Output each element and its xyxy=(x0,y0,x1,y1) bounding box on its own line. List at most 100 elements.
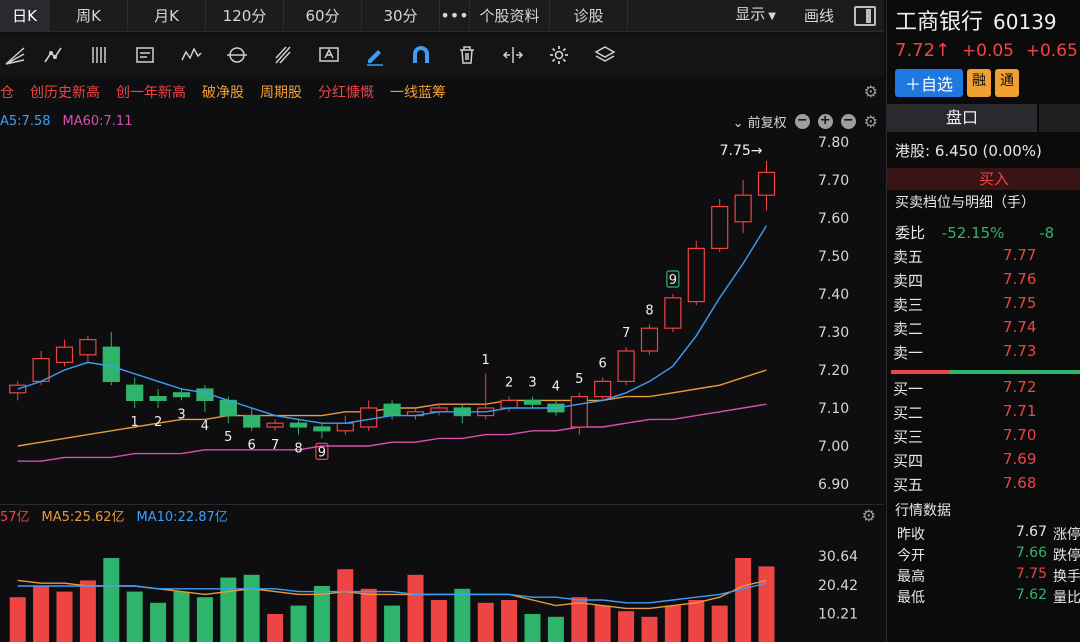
layers-icon[interactable] xyxy=(582,33,628,77)
seq-label: 6 xyxy=(248,438,256,453)
candle-body xyxy=(55,346,74,363)
volume-bar xyxy=(173,591,190,642)
parallel-lines-icon[interactable] xyxy=(76,33,122,77)
candle-body xyxy=(289,422,308,428)
y-tick-label: 7.40 xyxy=(818,287,849,303)
segment-tool-icon[interactable] xyxy=(30,33,76,77)
weibi-row: 委比 -52.15% -8 xyxy=(895,222,1054,243)
wave-tool-icon[interactable] xyxy=(168,33,214,77)
connect-badge[interactable]: 通 xyxy=(995,69,1020,97)
market-label: 今开 xyxy=(897,548,925,564)
ma60-legend: MA60:7.11 xyxy=(62,113,133,129)
bid-row[interactable]: 买三 7.70 xyxy=(893,426,1080,449)
bid-label: 买五 xyxy=(893,476,924,494)
seq-label: 8 xyxy=(645,303,653,318)
tab-monthly-k[interactable]: 月K xyxy=(128,0,206,32)
gear-icon[interactable]: ⚙ xyxy=(862,506,876,525)
y-tick-label: 7.20 xyxy=(818,363,849,379)
candle-body xyxy=(500,399,518,409)
zoom-in-icon[interactable]: + xyxy=(817,113,833,129)
drawing-toolbar xyxy=(0,33,884,77)
volume-bar xyxy=(664,605,681,642)
bid-row[interactable]: 买二 7.71 xyxy=(893,402,1080,425)
price-change: +0.05 xyxy=(961,41,1015,61)
price-change-pct: +0.65 xyxy=(1025,41,1078,61)
ask-row[interactable]: 卖五 7.77 xyxy=(893,246,1080,269)
more-tabs-button[interactable]: ••• xyxy=(440,0,470,31)
minimize-icon[interactable]: − xyxy=(840,113,856,129)
candlestick-chart[interactable]: 7.80 7.70 7.60 7.50 7.40 7.30 7.20 7.10 7.00 6.90… xyxy=(0,132,884,502)
bid-price: 7.72 xyxy=(1003,378,1037,396)
gear-icon[interactable]: ⚙ xyxy=(864,82,878,101)
candle-body xyxy=(664,297,682,329)
zoom-out-icon[interactable]: − xyxy=(794,113,810,129)
ask-row[interactable]: 卖四 7.76 xyxy=(893,270,1080,293)
adjust-menu[interactable]: ⌄ 前复权 xyxy=(733,112,787,131)
candle-body xyxy=(617,350,635,382)
tag-item[interactable]: 仓 xyxy=(0,82,14,102)
tab-diagnosis[interactable]: 诊股 xyxy=(550,0,628,32)
volume-bar xyxy=(547,616,564,642)
ask-label: 卖一 xyxy=(893,344,924,362)
gear-icon[interactable]: ⚙ xyxy=(864,112,878,131)
tab-secondary[interactable] xyxy=(1039,104,1080,132)
market-row: 最低 7.62 量比 xyxy=(897,587,1080,607)
candle-body xyxy=(313,426,331,432)
tag-item[interactable]: 创历史新高 xyxy=(30,82,100,102)
zoom-split-icon[interactable] xyxy=(490,33,536,77)
seq-label: 7 xyxy=(622,326,630,341)
bid-row[interactable]: 买四 7.69 xyxy=(893,450,1080,473)
tab-60min[interactable]: 60分 xyxy=(284,0,362,32)
volume-bar xyxy=(618,611,635,642)
add-watchlist-button[interactable]: ＋自选 xyxy=(895,69,964,97)
buy-button[interactable]: 买入 xyxy=(887,168,1080,190)
candle-body xyxy=(336,422,354,432)
price-row: 7.72↑ +0.05 +0.65 xyxy=(895,40,1078,61)
tab-daily-k[interactable]: 日K xyxy=(0,0,50,32)
market-label-2: 跌停 xyxy=(1053,548,1080,564)
tag-item[interactable]: 一线蓝筹 xyxy=(390,82,446,102)
market-label: 昨收 xyxy=(897,527,925,543)
tab-pankou[interactable]: 盘口 xyxy=(887,104,1037,132)
cycle-tool-icon[interactable] xyxy=(214,33,260,77)
volume-value: 57亿 xyxy=(0,510,30,525)
ask-label: 卖三 xyxy=(893,296,924,314)
ask-row[interactable]: 卖一 7.73 xyxy=(893,342,1080,365)
weibi-diff: -8 xyxy=(1039,224,1055,242)
seq-label: 5 xyxy=(224,430,232,445)
volume-bar xyxy=(126,591,143,642)
tag-item[interactable]: 周期股 xyxy=(260,82,302,102)
weibi-label: 委比 xyxy=(895,224,926,242)
magnet-icon[interactable] xyxy=(398,33,444,77)
trash-icon[interactable] xyxy=(444,33,490,77)
pen-icon[interactable] xyxy=(352,33,398,77)
bid-price: 7.69 xyxy=(1003,450,1037,468)
margin-badge[interactable]: 融 xyxy=(967,69,992,97)
tab-120min[interactable]: 120分 xyxy=(206,0,284,32)
bid-row[interactable]: 买五 7.68 xyxy=(893,474,1080,497)
tab-30min[interactable]: 30分 xyxy=(362,0,440,32)
gear-icon[interactable] xyxy=(536,33,582,77)
tag-item[interactable]: 分红慷慨 xyxy=(318,82,374,102)
volume-bar xyxy=(758,566,775,642)
display-menu[interactable]: 显示 ▼ xyxy=(721,0,790,33)
fan-lines-icon[interactable] xyxy=(0,33,30,77)
channel-tool-icon[interactable] xyxy=(122,33,168,77)
ask-row[interactable]: 卖三 7.75 xyxy=(893,294,1080,317)
bid-label: 买一 xyxy=(893,380,924,398)
y-tick-label: 7.80 xyxy=(818,135,849,151)
volume-bar xyxy=(360,588,377,642)
tab-weekly-k[interactable]: 周K xyxy=(50,0,128,32)
gann-tool-icon[interactable] xyxy=(260,33,306,77)
draw-line-button[interactable]: 画线 xyxy=(790,0,848,32)
tab-stock-profile[interactable]: 个股资料 xyxy=(470,0,550,32)
text-tool-icon[interactable] xyxy=(306,33,352,77)
tag-item[interactable]: 创一年新高 xyxy=(116,82,186,102)
ask-row[interactable]: 卖二 7.74 xyxy=(893,318,1080,341)
volume-bar xyxy=(711,605,728,642)
panel-toggle-icon[interactable] xyxy=(854,5,876,26)
market-value: 7.66 xyxy=(1015,545,1047,561)
bid-row[interactable]: 买一 7.72 xyxy=(893,378,1080,401)
tag-item[interactable]: 破净股 xyxy=(202,82,244,102)
volume-chart[interactable]: 30.64 20.42 10.21 xyxy=(0,526,884,642)
